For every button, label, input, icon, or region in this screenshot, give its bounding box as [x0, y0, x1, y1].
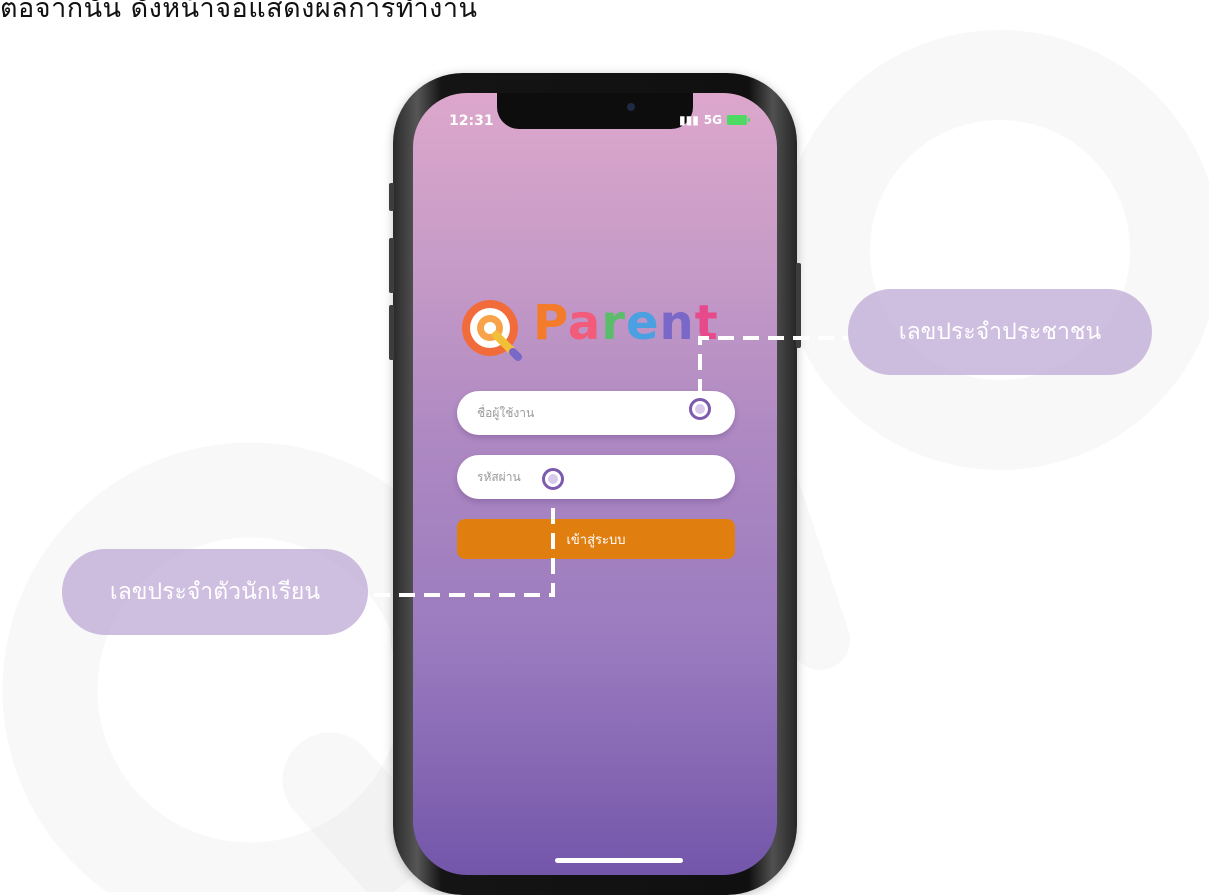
network-type: 5G — [703, 113, 722, 127]
volume-up-button — [389, 238, 394, 293]
logo-wordmark: Parent — [533, 295, 719, 351]
callout-citizen-id: เลขประจำประชาชน — [848, 289, 1152, 375]
signal-icon: ▮▮▮ — [678, 113, 699, 127]
app-screen: 12:31 ▮▮▮ 5G Parent ชื่อผู้ใช้งาน รหัสผ่… — [413, 93, 777, 875]
status-time: 12:31 — [449, 113, 494, 129]
phone-frame: 12:31 ▮▮▮ 5G Parent ชื่อผู้ใช้งาน รหัสผ่… — [389, 73, 801, 895]
login-button[interactable]: เข้าสู่ระบบ — [457, 519, 735, 559]
notch — [497, 93, 693, 129]
volume-down-button — [389, 305, 394, 360]
marker-username — [689, 398, 711, 420]
callout-student-id: เลขประจำตัวนักเรียน — [62, 549, 368, 635]
app-logo: Parent — [458, 293, 758, 363]
password-input[interactable]: รหัสผ่าน — [457, 455, 735, 499]
camera-icon — [627, 103, 635, 111]
page-header: ต่อจากนั้น ดังหน้าจอแสดงผลการทำงาน — [0, 0, 478, 24]
mute-switch — [389, 183, 394, 211]
password-placeholder: รหัสผ่าน — [477, 469, 521, 484]
home-indicator — [555, 858, 683, 863]
status-indicators: ▮▮▮ 5G — [678, 113, 750, 127]
username-placeholder: ชื่อผู้ใช้งาน — [477, 405, 535, 420]
power-button — [796, 263, 801, 348]
marker-password — [542, 468, 564, 490]
battery-icon — [727, 115, 750, 125]
target-icon — [462, 300, 522, 361]
